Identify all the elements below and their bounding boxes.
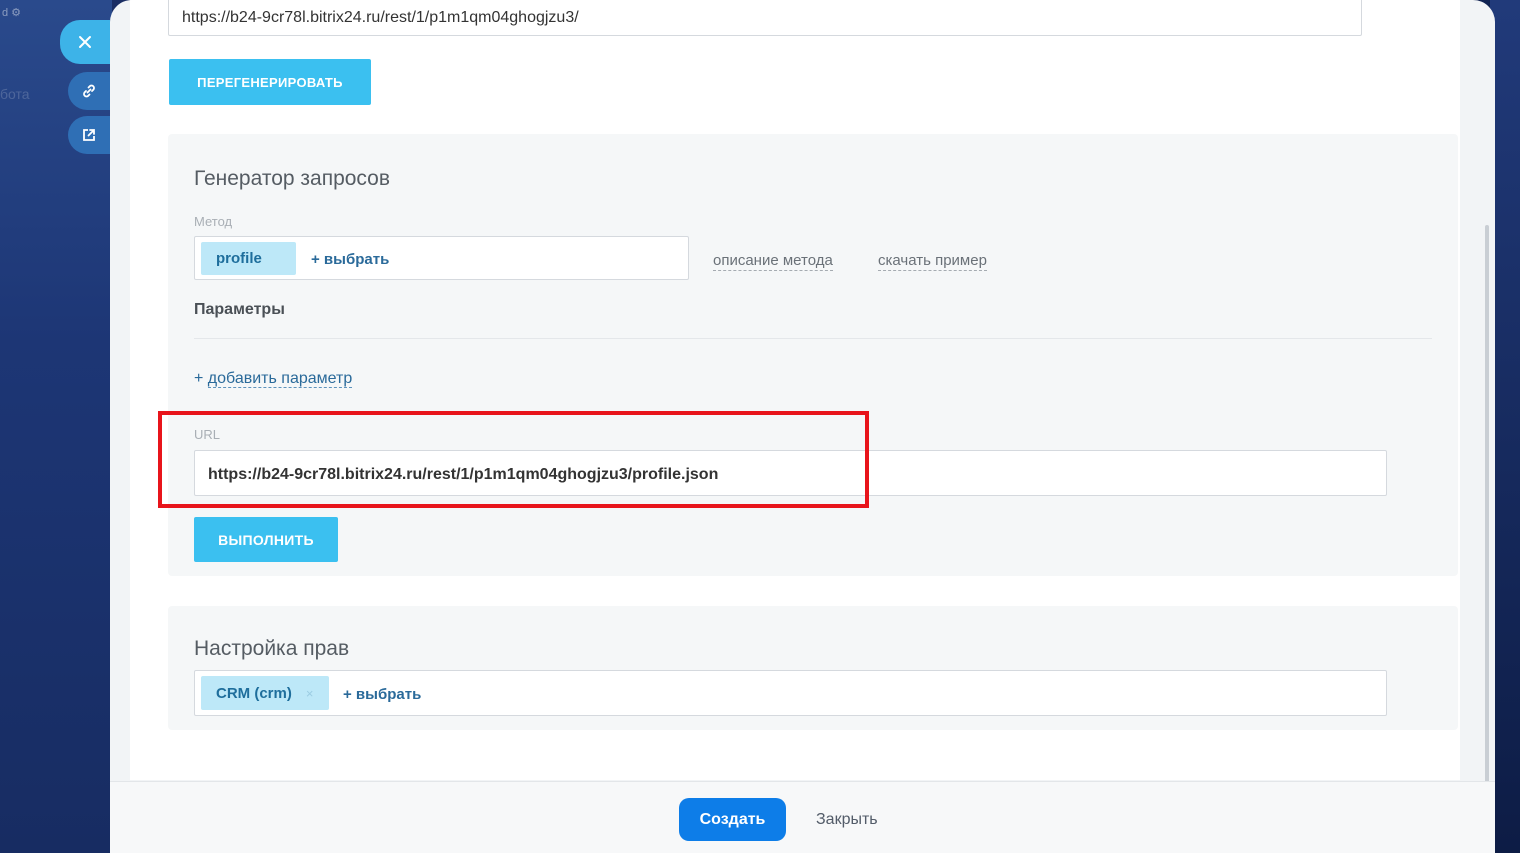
rights-selector[interactable]: CRM (crm) × + выбрать [194,670,1387,716]
footer-bar: Создать Закрыть [110,781,1495,853]
slider-panel: https://b24-9cr78l.bitrix24.ru/rest/1/p1… [110,0,1495,853]
method-add-link[interactable]: + выбрать [311,251,389,268]
params-title: Параметры [194,301,285,318]
add-param-plus: + [194,370,204,387]
download-example-link[interactable]: скачать пример [878,252,987,271]
background-mark-icon: d ⚙ [2,7,22,19]
add-param-label: добавить параметр [207,370,353,388]
close-icon [79,36,91,48]
method-selector[interactable]: profile + выбрать [194,236,689,280]
request-generator-section: Генератор запросов Метод profile + выбра… [168,134,1458,576]
remove-tag-icon[interactable]: × [306,686,314,701]
rights-tag[interactable]: CRM (crm) × [201,676,329,710]
open-external-icon [83,129,95,141]
method-tag[interactable]: profile [201,242,296,275]
webhook-url-field[interactable]: https://b24-9cr78l.bitrix24.ru/rest/1/p1… [168,0,1362,36]
run-button[interactable]: ВЫПОЛНИТЬ [194,517,338,562]
section-title: Настройка прав [194,637,350,660]
scrollbar[interactable] [1485,225,1489,845]
close-button[interactable]: Закрыть [816,811,878,829]
access-rights-section: Настройка прав CRM (crm) × + выбрать [168,606,1458,730]
background-faded-text: бота [0,86,30,102]
rights-add-link[interactable]: + выбрать [343,686,421,703]
params-divider [194,338,1432,339]
slider-link-button[interactable] [68,72,110,110]
method-description-link[interactable]: описание метода [713,252,833,271]
create-button[interactable]: Создать [679,798,786,841]
method-label: Метод [194,214,233,229]
slider-close-button[interactable] [60,20,110,64]
add-param-link[interactable]: + добавить параметр [194,370,353,388]
regenerate-button[interactable]: ПЕРЕГЕНЕРИРОВАТЬ [169,59,371,105]
section-title: Генератор запросов [194,167,391,190]
rights-tag-label: CRM (crm) [216,684,292,702]
panel-content: https://b24-9cr78l.bitrix24.ru/rest/1/p1… [130,0,1460,780]
slider-open-new-window-button[interactable] [68,116,110,154]
url-highlight-frame [158,411,869,508]
link-icon [83,84,95,98]
